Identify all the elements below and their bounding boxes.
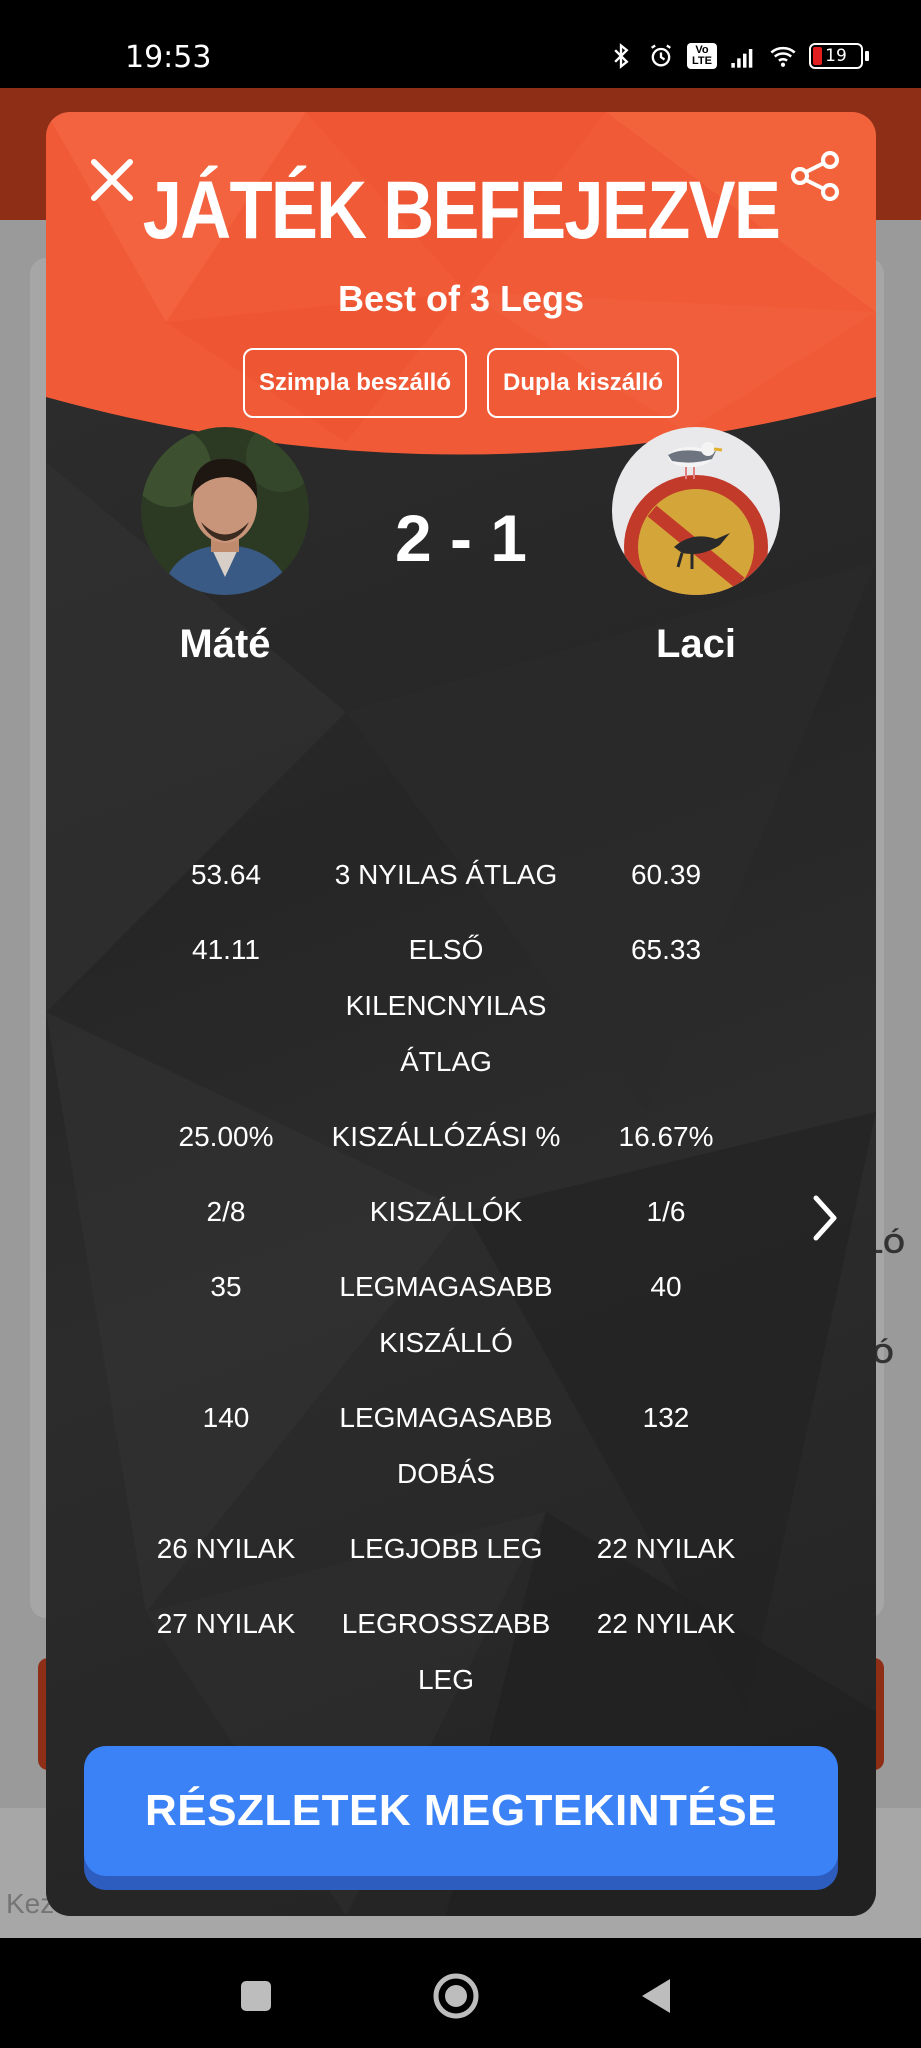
modal-title: JÁTÉK BEFEJEZVE — [142, 165, 781, 256]
player-name-right: Laci — [655, 622, 737, 666]
stat-label: LEGMAGASABB KISZÁLLÓ — [339, 1271, 553, 1358]
stat-left-value: 41.11 — [192, 934, 260, 965]
stat-right-value: 22 NYILAK — [596, 1608, 736, 1639]
stat-left-value: 2/8 — [206, 1196, 246, 1227]
signal-icon — [731, 49, 753, 68]
stat-right-value: 65.33 — [630, 934, 702, 965]
stat-right-value: 132 — [642, 1402, 690, 1433]
battery-icon: 19 — [809, 43, 869, 69]
tag-single-in: Szimpla beszálló — [242, 348, 467, 418]
stat-label: KISZÁLLÓK — [369, 1196, 523, 1227]
stat-row-checkout-percentage: 25.00% KISZÁLLÓZÁSI % 16.67% — [126, 1109, 766, 1165]
stat-row-three-dart-average: 53.64 3 NYILAS ÁTLAG 60.39 — [126, 847, 766, 903]
home-button[interactable] — [426, 1966, 486, 2026]
stat-row-highest-checkout: 35 LEGMAGASABB KISZÁLLÓ 40 — [126, 1259, 766, 1371]
circle-icon — [433, 1973, 479, 2019]
chevron-right-icon[interactable] — [804, 1188, 848, 1248]
wifi-icon — [770, 46, 796, 67]
status-time: 19:53 — [125, 40, 212, 75]
stat-label: 3 NYILAS ÁTLAG — [334, 859, 558, 890]
modal-header: JÁTÉK BEFEJEZVE Best of 3 Legs Szimpla b… — [46, 112, 876, 462]
stat-right-value: 1/6 — [646, 1196, 686, 1227]
game-options: Szimpla beszálló Dupla kiszálló — [46, 348, 876, 418]
square-icon — [241, 1981, 271, 2011]
stat-left-value: 25.00% — [178, 1121, 274, 1152]
back-button[interactable] — [626, 1966, 686, 2026]
stat-row-highest-score: 140 LEGMAGASABB DOBÁS 132 — [126, 1390, 766, 1502]
stat-left-value: 35 — [210, 1271, 242, 1302]
volte-icon: Vo LTE — [687, 43, 717, 69]
stats-table: 53.64 3 NYILAS ÁTLAG 60.39 41.11 ELSŐ KI… — [126, 847, 766, 1727]
alarm-icon — [651, 44, 671, 67]
view-details-button[interactable]: RÉSZLETEK MEGTEKINTÉSE — [84, 1746, 838, 1890]
triangle-back-icon — [642, 1979, 670, 2013]
player-name-left: Máté — [179, 622, 271, 666]
stat-right-value: 40 — [650, 1271, 682, 1302]
stat-label: ELSŐ KILENCNYILAS ÁTLAG — [345, 934, 547, 1077]
stat-left-value: 26 NYILAK — [156, 1533, 296, 1564]
stat-left-value: 27 NYILAK — [156, 1608, 296, 1639]
stat-right-value: 16.67% — [618, 1121, 714, 1152]
bluetooth-icon — [614, 43, 629, 69]
game-over-modal: JÁTÉK BEFEJEZVE Best of 3 Legs Szimpla b… — [46, 112, 876, 1916]
battery-level: 19 — [825, 46, 847, 66]
stat-left-value: 140 — [202, 1402, 250, 1433]
stat-row-first-nine-average: 41.11 ELSŐ KILENCNYILAS ÁTLAG 65.33 — [126, 922, 766, 1090]
recents-button[interactable] — [226, 1966, 286, 2026]
stat-label: LEGMAGASABB DOBÁS — [339, 1402, 553, 1489]
status-bar: 19:53 Vo LTE 19 — [0, 0, 921, 88]
stat-right-value: 60.39 — [630, 859, 702, 890]
navigation-bar — [0, 1938, 921, 2048]
match-format: Best of 3 Legs — [337, 278, 585, 319]
match-score: 2 - 1 — [394, 501, 528, 575]
stat-label: LEGROSSZABB LEG — [341, 1608, 551, 1695]
stat-left-value: 53.64 — [190, 859, 262, 890]
stat-row-worst-leg: 27 NYILAK LEGROSSZABB LEG 22 NYILAK — [126, 1596, 766, 1708]
stat-row-checkouts: 2/8 KISZÁLLÓK 1/6 — [126, 1184, 766, 1240]
view-details-button-label[interactable]: RÉSZLETEK MEGTEKINTÉSE — [84, 1746, 838, 1876]
tag-double-out: Dupla kiszálló — [487, 348, 680, 418]
stat-right-value: 22 NYILAK — [596, 1533, 736, 1564]
stat-label: LEGJOBB LEG — [349, 1533, 543, 1564]
status-icons: Vo LTE 19 — [607, 42, 869, 70]
stat-row-best-leg: 26 NYILAK LEGJOBB LEG 22 NYILAK — [126, 1521, 766, 1577]
stat-label: KISZÁLLÓZÁSI % — [331, 1121, 561, 1152]
